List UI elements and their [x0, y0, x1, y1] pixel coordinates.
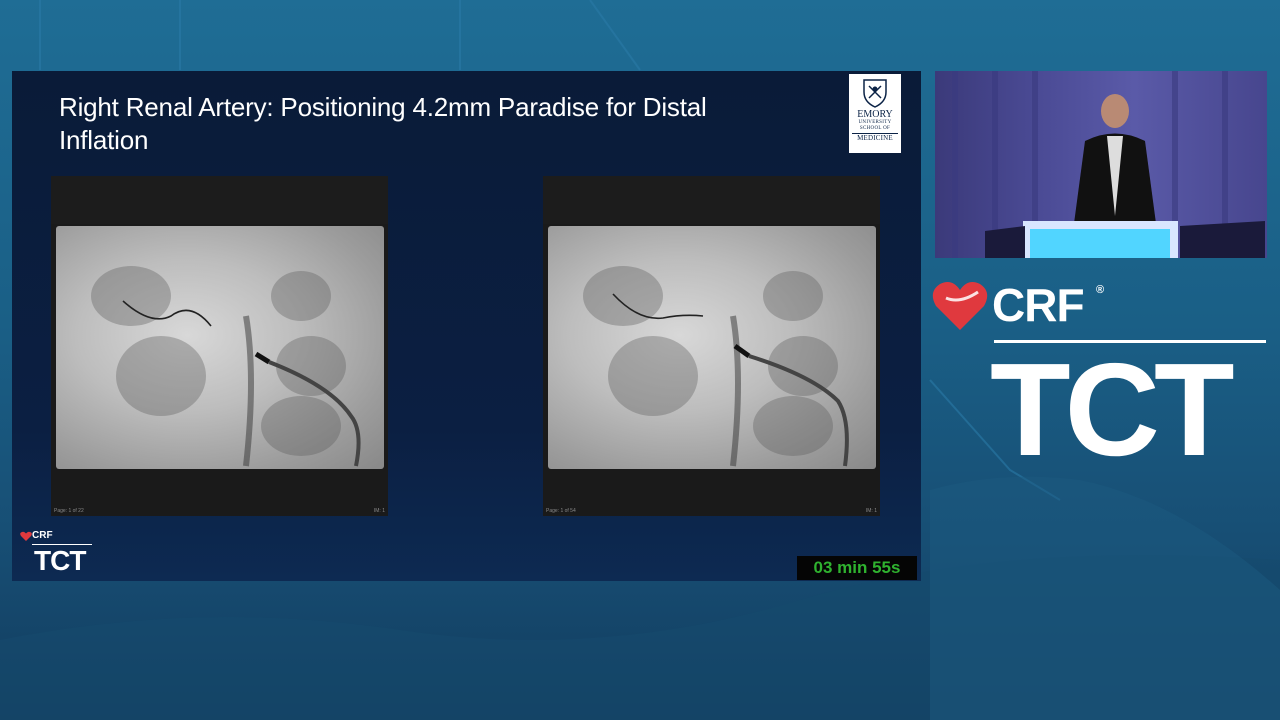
angiogram-image-right: Page: 1 of 54 IM: 1	[543, 176, 880, 516]
tct-label: TCT	[990, 336, 1235, 483]
slide-title: Right Renal Artery: Positioning 4.2mm Pa…	[59, 92, 707, 155]
presentation-slide: Right Renal Artery: Positioning 4.2mm Pa…	[12, 71, 921, 581]
image-footer-im: IM: 1	[865, 508, 877, 514]
speaker-video	[935, 71, 1267, 258]
emory-logo: EMORY UNIVERSITY SCHOOL OF MEDICINE	[849, 74, 901, 153]
image-footer-page: Page: 1 of 54	[546, 508, 576, 514]
logo-line-1: EMORY	[857, 109, 893, 120]
crf-tct-brand: CRF ® TCT	[928, 278, 1268, 483]
angiogram-image-left: Page: 1 of 22 IM: 1	[51, 176, 388, 516]
image-footer-page: Page: 1 of 22	[54, 508, 84, 514]
angiogram-anatomy-right	[583, 266, 849, 467]
speaker-video-frame	[952, 71, 1265, 258]
small-tct-label: TCT	[34, 545, 86, 576]
slide-tct-logo: CRF TCT	[20, 528, 100, 576]
registered-mark: ®	[1096, 284, 1105, 296]
logo-line-3: SCHOOL OF	[859, 126, 891, 131]
emory-shield-icon	[863, 79, 887, 108]
heart-icon	[20, 531, 32, 541]
crf-label: CRF	[992, 279, 1085, 331]
logo-line-4: MEDICINE	[852, 133, 898, 142]
image-footer-im: IM: 1	[373, 508, 385, 514]
speaker-timer: 03 min 55s	[797, 556, 917, 580]
crf-heart-icon	[932, 282, 988, 330]
angiogram-anatomy-left	[91, 266, 361, 467]
small-crf-label: CRF	[32, 530, 53, 541]
